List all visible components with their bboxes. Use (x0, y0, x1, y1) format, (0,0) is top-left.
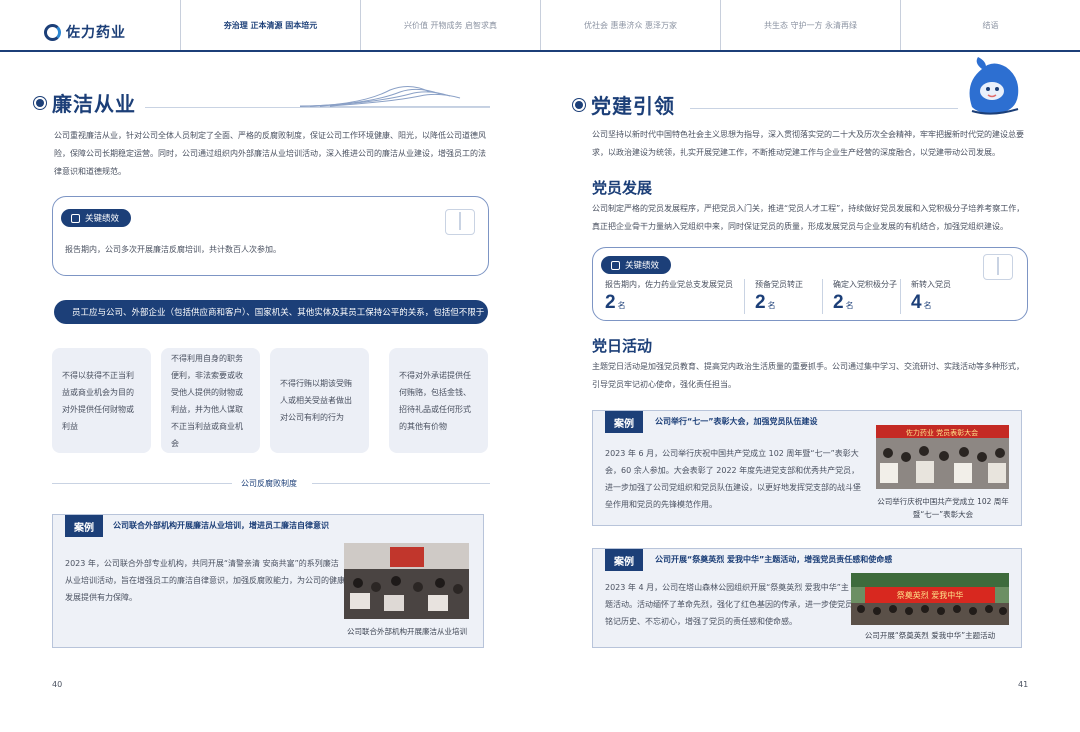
stat-label: 预备党员转正 (755, 280, 803, 289)
stat-value: 2 (755, 292, 766, 313)
stat-unit: 名 (923, 301, 932, 310)
rule-card-1: 不得以获得不正当利益或商业机会为目的对外提供任何财物或利益 (52, 348, 151, 453)
stat-label: 确定入党积极分子 (833, 280, 897, 289)
left-intro-paragraph: 公司重视廉洁从业，针对公司全体人员制定了全面、严格的反腐败制度，保证公司工作环境… (54, 131, 486, 176)
rule-card-3: 不得行贿以期该受贿人或相关受益者做出对公司有利的行为 (270, 348, 369, 453)
memorial-activity-photo-image: 祭奠英烈 爱我中华 (851, 573, 1009, 625)
kpi-tag: 关键绩效 (601, 256, 672, 274)
training-photo-caption: 公司联合外部机构开展廉洁从业培训 (347, 627, 467, 636)
left-section-title: 廉洁从业 (36, 88, 136, 117)
nav-tab-society[interactable]: 优社会 惠患济众 惠泽万家 (540, 0, 720, 50)
logo-text: 佐力药业 (66, 25, 126, 41)
rule-card-2: 不得利用自身的职务便利，非法索要或收受他人提供的财物或利益，并为他人谋取不正当利… (161, 348, 260, 453)
stat-label: 新转入党员 (911, 280, 951, 289)
conduct-banner: 员工应与公司、外部企业（包括供应商和客户）、国家机关、其他实体及其员工保持公平的… (54, 300, 488, 324)
case-tag: 案例 (605, 549, 643, 571)
case-heading: 公司举行“七一”表彰大会，加强党员队伍建设 (655, 417, 818, 426)
stat-new-members: 报告期内，佐力药业党总支发展党员 2名 (605, 279, 745, 314)
stat-unit: 名 (767, 301, 776, 310)
photo-banner-text: 祭奠英烈 爱我中华 (897, 590, 964, 600)
case-text: 2023 年 4 月，公司在塔山森林公园组织开展“祭奠英烈 爱我中华”主题活动。… (605, 583, 853, 626)
photo-banner-text: 佐力药业 党员表彰大会 (906, 428, 978, 437)
page-number-left: 40 (52, 680, 63, 689)
stat-transferred: 新转入党员 4名 (901, 279, 979, 314)
left-kpi-text: 报告期内，公司多次开展廉洁反腐培训，共计数百人次参加。 (65, 245, 281, 254)
chart-icon (71, 213, 80, 223)
stat-value: 4 (911, 292, 922, 313)
left-title-text: 廉洁从业 (52, 92, 136, 116)
case-text: 2023 年 6 月，公司举行庆祝中国共产党成立 102 周年暨“七一”表彰大会… (605, 449, 861, 509)
award-ceremony-photo-image: 佐力药业 党员表彰大会 (876, 425, 1009, 489)
training-photo (344, 543, 469, 619)
award-ceremony-photo: 佐力药业 党员表彰大会 (876, 425, 1009, 489)
top-navigation-bar: 佐力药业 夯治理 正本清源 固本培元 兴价值 开物成务 启智求真 优社会 惠患济… (0, 0, 1080, 52)
case-text: 2023 年，公司联合外部专业机构，共同开展“清警亲清 安商共富”的系列廉洁从业… (65, 559, 345, 602)
party-day-activities-title: 党日活动 (592, 337, 653, 355)
kpi-label: 关键绩效 (85, 214, 120, 224)
title-bullet-icon (575, 100, 583, 109)
stat-value: 2 (605, 292, 616, 313)
mascot-illustration (969, 57, 1019, 115)
right-case-box-2: 案例 公司开展“祭奠英烈 爱我中华”主题活动，增强党员责任感和使命感 2023 … (592, 548, 1022, 648)
stat-unit: 名 (617, 301, 626, 310)
title-bullet-icon (36, 98, 44, 107)
award-ceremony-caption: 公司举行庆祝中国共产党成立 102 周年暨“七一”表彰大会 (877, 497, 1009, 519)
case-heading: 公司开展“祭奠英烈 爱我中华”主题活动，增强党员责任感和使命感 (655, 555, 893, 564)
party-day-activities-text: 主题党日活动是加强党员教育、提高党内政治生活质量的重要抓手。公司通过集中学习、交… (592, 362, 1024, 389)
training-photo-image (344, 543, 469, 619)
nav-tab-value[interactable]: 兴价值 开物成务 启智求真 (360, 0, 540, 50)
rule-card-4: 不得对外承诺提供任何贿赂，包括金钱、招待礼品或任何形式的其他有价物 (389, 348, 488, 453)
right-title-text: 党建引领 (591, 94, 675, 118)
case-tag: 案例 (605, 411, 643, 433)
title-underline (145, 107, 490, 108)
page-number-right: 41 (1018, 680, 1029, 689)
book-icon (983, 254, 1013, 280)
divider-right (312, 483, 490, 484)
wave-line-decoration (300, 86, 490, 108)
right-kpi-box: 关键绩效 报告期内，佐力药业党总支发展党员 2名 预备党员转正 2名 确定入党积… (592, 247, 1028, 321)
right-section-title: 党建引领 (575, 90, 675, 119)
memorial-activity-photo: 祭奠英烈 爱我中华 (851, 573, 1009, 625)
memorial-activity-caption: 公司开展“祭奠英烈 爱我中华”主题活动 (864, 631, 996, 640)
nav-tab-ecology[interactable]: 共生态 守护一方 永清再绿 (720, 0, 900, 50)
stat-activists: 确定入党积极分子 2名 (823, 279, 901, 314)
right-intro-paragraph: 公司坚持以新时代中国特色社会主义思想为指导，深入贯彻落实党的二十大及历次全会精神… (592, 130, 1024, 157)
kpi-label: 关键绩效 (625, 261, 660, 271)
title-underline (690, 108, 958, 109)
kpi-tag: 关键绩效 (61, 209, 132, 227)
case-tag: 案例 (65, 515, 103, 537)
chart-icon (611, 260, 620, 270)
company-logo[interactable]: 佐力药业 (44, 22, 126, 42)
stat-probationary: 预备党员转正 2名 (745, 279, 823, 314)
left-kpi-box: 关键绩效 报告期内，公司多次开展廉洁反腐培训，共计数百人次参加。 (52, 196, 489, 276)
kpi-stats: 报告期内，佐力药业党总支发展党员 2名 预备党员转正 2名 确定入党积极分子 2… (605, 279, 979, 314)
anti-corruption-system-label: 公司反腐败制度 (241, 479, 297, 488)
stat-unit: 名 (845, 301, 854, 310)
stat-value: 2 (833, 292, 844, 313)
party-member-development-title: 党员发展 (592, 179, 653, 197)
right-case-box-1: 案例 公司举行“七一”表彰大会，加强党员队伍建设 2023 年 6 月，公司举行… (592, 410, 1022, 526)
divider-left (52, 483, 232, 484)
nav-tab-governance[interactable]: 夯治理 正本清源 固本培元 (180, 0, 360, 50)
left-case-box: 案例 公司联合外部机构开展廉洁从业培训，增进员工廉洁自律意识 2023 年，公司… (52, 514, 484, 648)
case-heading: 公司联合外部机构开展廉洁从业培训，增进员工廉洁自律意识 (113, 521, 329, 530)
nav-tab-conclusion[interactable]: 结语 (900, 0, 1080, 50)
logo-icon (44, 23, 61, 41)
party-member-development-text: 公司制定严格的党员发展程序，严把党员入门关，推进“党员人才工程”，持续做好党员发… (592, 204, 1025, 231)
stat-label: 报告期内，佐力药业党总支发展党员 (605, 280, 733, 289)
book-icon (445, 209, 475, 235)
